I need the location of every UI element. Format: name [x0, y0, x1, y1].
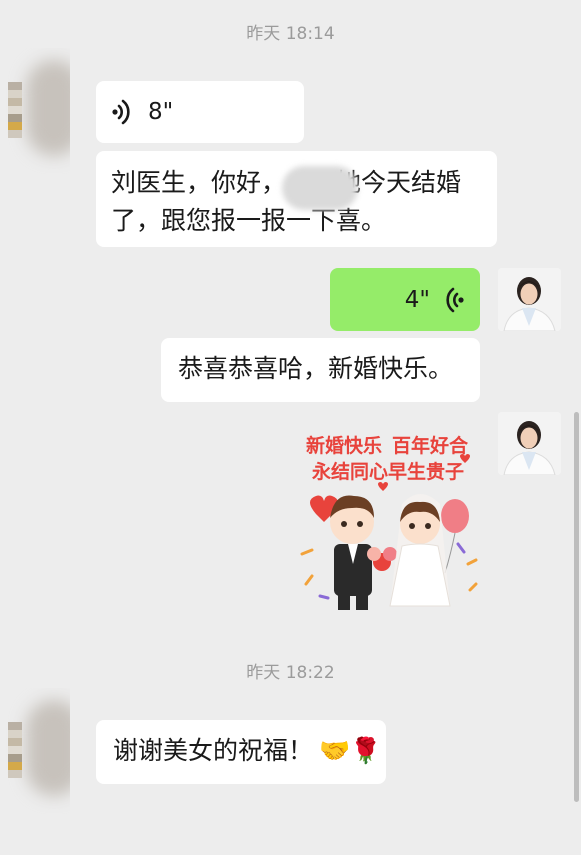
timestamp: 昨天 18:22: [246, 663, 335, 683]
wedding-sticker[interactable]: 新婚快乐 百年好合 永结同心 早生贵子: [290, 424, 490, 624]
sender-avatar[interactable]: [0, 48, 70, 174]
incoming-text-message[interactable]: 刘医生，你好，某某她今天结婚 了，跟您报一报一下喜。: [96, 151, 497, 247]
message-text: 恭喜恭喜哈，新婚快乐。: [178, 354, 454, 383]
message-text: 刘医生，你好，: [111, 168, 287, 197]
doctor-avatar[interactable]: [498, 412, 561, 475]
sender-avatar[interactable]: [0, 688, 70, 814]
outgoing-text-message[interactable]: 恭喜恭喜哈，新婚快乐。: [161, 338, 480, 402]
sticker-text: 百年好合: [392, 434, 469, 457]
balloon-icon: [441, 499, 469, 533]
incoming-voice-message[interactable]: 8": [96, 81, 304, 143]
voice-duration: 4": [404, 286, 430, 313]
timestamp: 昨天 18:14: [246, 24, 335, 44]
handshake-rose-emoji: 🤝🌹: [319, 736, 382, 765]
voice-wave-icon: [446, 287, 464, 312]
incoming-text-message[interactable]: 谢谢美女的祝福！ 🤝🌹: [96, 720, 386, 784]
sticker-text: 永结同心: [311, 460, 388, 483]
message-text: 谢谢美女的祝福！: [113, 736, 314, 765]
sticker-text: 新婚快乐: [306, 434, 382, 457]
redacted-name-area: 某某: [282, 166, 359, 210]
voice-duration: 8": [148, 99, 174, 125]
voice-wave-icon: [112, 99, 130, 125]
chat-scrollbar[interactable]: [574, 412, 579, 802]
outgoing-voice-message[interactable]: 4": [330, 268, 480, 331]
doctor-avatar[interactable]: [498, 268, 561, 331]
sticker-text: 早生贵子: [388, 460, 464, 483]
message-text: 了，跟您报一报一下喜。: [111, 206, 387, 235]
